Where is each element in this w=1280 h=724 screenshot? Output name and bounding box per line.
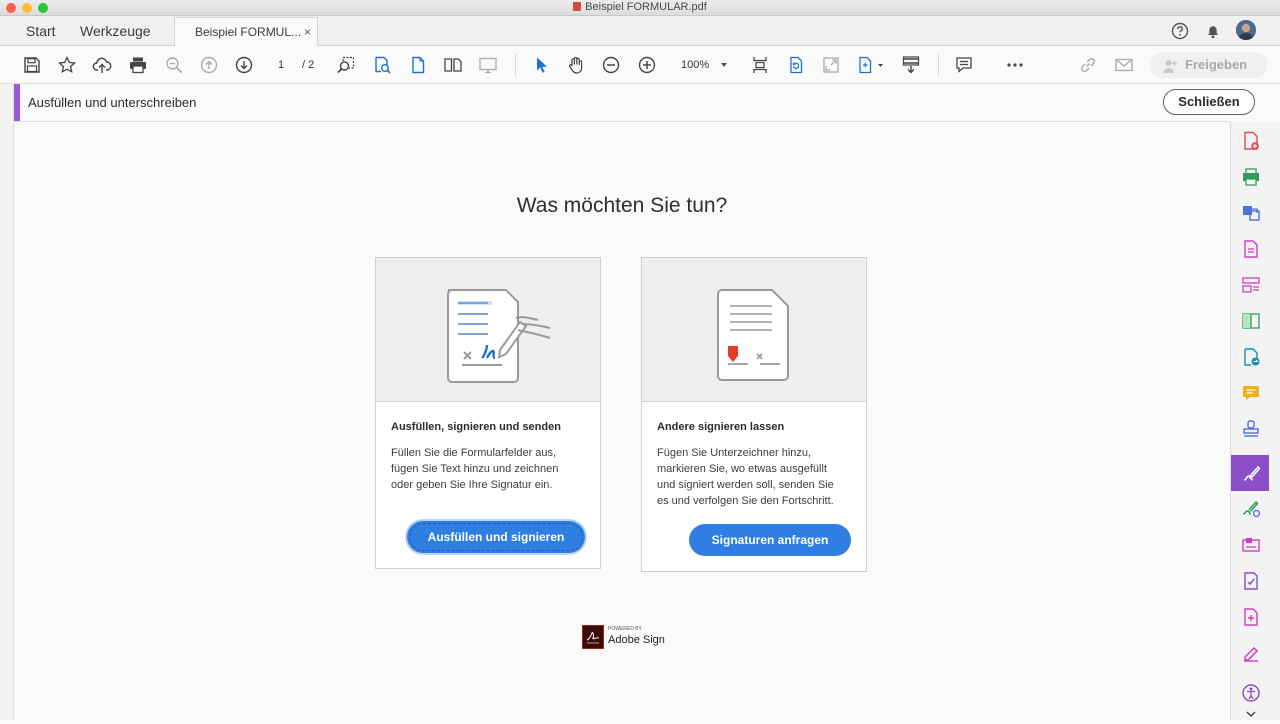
tool-accent-bar bbox=[14, 84, 20, 121]
toolbar-divider bbox=[515, 54, 516, 76]
request-signatures-button[interactable]: Signaturen anfragen bbox=[689, 524, 851, 556]
protect-icon[interactable] bbox=[1241, 607, 1261, 627]
comment-icon[interactable] bbox=[954, 55, 974, 75]
zoom-out-icon[interactable] bbox=[601, 55, 621, 75]
stamp-icon[interactable] bbox=[1241, 419, 1261, 439]
tool-title: Ausfüllen und unterschreiben bbox=[28, 95, 197, 110]
edit-pdf-icon[interactable] bbox=[1241, 239, 1261, 259]
request-signatures-card[interactable]: Andere signieren lassen Fügen Sie Unterz… bbox=[641, 257, 867, 572]
card-description: Füllen Sie die Formularfelder aus, fügen… bbox=[391, 445, 591, 493]
tab-tools[interactable]: Werkzeuge bbox=[80, 16, 151, 46]
link-icon[interactable] bbox=[1078, 55, 1098, 75]
left-navigation-strip bbox=[0, 84, 14, 720]
fill-sign-send-card[interactable]: Ausfüllen, signieren und senden Füllen S… bbox=[375, 257, 601, 569]
close-tool-button[interactable]: Schließen bbox=[1163, 89, 1255, 115]
prepare-form-icon[interactable] bbox=[1241, 535, 1261, 555]
add-person-icon bbox=[1162, 57, 1178, 73]
page-total: / 2 bbox=[302, 59, 315, 71]
window-titlebar: Beispiel FORMULAR.pdf bbox=[0, 0, 1280, 16]
fill-and-sign-button[interactable]: Ausfüllen und signieren bbox=[407, 521, 585, 553]
send-for-signature-icon[interactable] bbox=[1241, 499, 1261, 519]
card-description-line: Fügen Sie Unterzeichner hinzu, bbox=[657, 447, 812, 459]
find-text-icon[interactable] bbox=[372, 55, 392, 75]
hand-tool-icon[interactable] bbox=[566, 55, 586, 75]
fill-sign-icon[interactable] bbox=[1241, 463, 1261, 483]
fit-page-icon[interactable] bbox=[750, 55, 770, 75]
tab-close-icon[interactable]: × bbox=[304, 18, 311, 47]
avatar[interactable] bbox=[1236, 20, 1256, 40]
accessibility-icon[interactable] bbox=[1241, 683, 1261, 703]
card-illustration bbox=[642, 258, 866, 402]
card-description: Fügen Sie Unterzeichner hinzu, markieren… bbox=[657, 445, 857, 509]
help-icon[interactable] bbox=[1171, 22, 1189, 40]
tab-document[interactable]: Beispiel FORMUL... × bbox=[174, 17, 318, 47]
zoom-level-dropdown[interactable]: 100% bbox=[670, 55, 736, 75]
email-icon[interactable] bbox=[1114, 55, 1134, 75]
bell-icon[interactable] bbox=[1204, 22, 1222, 40]
rotate-icon[interactable] bbox=[786, 55, 806, 75]
certificates-icon[interactable] bbox=[1241, 571, 1261, 591]
save-icon[interactable] bbox=[22, 55, 42, 75]
request-signature-illustration-icon bbox=[717, 289, 789, 381]
card-description-line: fügen Sie Text hinzu und zeichnen bbox=[391, 463, 559, 475]
share-button[interactable]: Freigeben bbox=[1150, 52, 1268, 78]
fullscreen-icon[interactable] bbox=[821, 55, 841, 75]
comment-tool-icon[interactable] bbox=[1241, 383, 1261, 403]
print-icon[interactable] bbox=[128, 55, 148, 75]
create-pdf-icon[interactable] bbox=[1241, 131, 1261, 151]
adobe-sign-mark-icon bbox=[582, 625, 604, 649]
card-description-line: oder geben Sie Ihre Signatur ein. bbox=[391, 479, 553, 491]
export-pdf-icon[interactable] bbox=[1241, 167, 1261, 187]
tools-pane bbox=[1230, 122, 1280, 720]
card-description-line: Füllen Sie die Formularfelder aus, bbox=[391, 447, 557, 459]
tab-start[interactable]: Start bbox=[26, 16, 56, 46]
select-cursor-icon[interactable] bbox=[531, 55, 551, 75]
more-icon[interactable] bbox=[1005, 55, 1025, 75]
read-aloud-icon[interactable] bbox=[901, 55, 921, 75]
two-page-icon[interactable] bbox=[443, 55, 463, 75]
window-title: Beispiel FORMULAR.pdf bbox=[0, 1, 1280, 13]
combine-files-icon[interactable] bbox=[1241, 203, 1261, 223]
organize-pages-icon[interactable] bbox=[1241, 275, 1261, 295]
page-number-input[interactable]: 1 bbox=[268, 56, 294, 74]
pdf-file-icon bbox=[573, 2, 582, 11]
powered-by-text: POWERED BY bbox=[608, 626, 642, 632]
tab-bar: Start Werkzeuge Beispiel FORMUL... × bbox=[0, 16, 1280, 47]
adobe-sign-logo: POWERED BY Adobe Sign bbox=[582, 625, 665, 649]
compare-files-icon[interactable] bbox=[1241, 311, 1261, 331]
page-title: Was möchten Sie tun? bbox=[516, 194, 728, 217]
bookmark-star-icon[interactable] bbox=[57, 55, 77, 75]
card-title: Ausfüllen, signieren und senden bbox=[391, 421, 561, 433]
window-title-text: Beispiel FORMULAR.pdf bbox=[585, 1, 707, 13]
card-title: Andere signieren lassen bbox=[657, 421, 785, 433]
zoom-in-icon[interactable] bbox=[637, 55, 657, 75]
chevron-down-icon[interactable] bbox=[1244, 706, 1258, 718]
chevron-down-icon bbox=[721, 63, 727, 67]
marquee-zoom-icon[interactable] bbox=[336, 55, 356, 75]
presentation-icon[interactable] bbox=[478, 55, 498, 75]
tab-document-label: Beispiel FORMUL... bbox=[195, 25, 302, 39]
page-down-icon[interactable] bbox=[234, 55, 254, 75]
card-description-line: und signiert werden soll, senden Sie bbox=[657, 479, 834, 491]
card-description-line: markieren Sie, wo etwas ausgefüllt bbox=[657, 463, 827, 475]
tool-header: Ausfüllen und unterschreiben Schließen bbox=[14, 84, 1255, 122]
toolbar-divider bbox=[938, 54, 939, 76]
adobe-sign-text: Adobe Sign bbox=[608, 634, 665, 646]
cloud-upload-icon[interactable] bbox=[92, 55, 112, 75]
zoom-search-icon[interactable] bbox=[164, 55, 184, 75]
scrolling-mode-icon[interactable] bbox=[857, 55, 885, 75]
share-button-label: Freigeben bbox=[1185, 57, 1248, 72]
card-description-line: es und verfolgen Sie den Fortschritt. bbox=[657, 495, 834, 507]
zoom-level-value: 100% bbox=[681, 59, 710, 71]
card-illustration bbox=[376, 258, 600, 402]
send-for-review-icon[interactable] bbox=[1241, 347, 1261, 367]
fill-sign-illustration-icon bbox=[447, 289, 551, 383]
single-page-icon[interactable] bbox=[408, 55, 428, 75]
page-up-icon[interactable] bbox=[199, 55, 219, 75]
main-toolbar: 1 / 2 100% Freigeben bbox=[0, 46, 1280, 84]
measure-icon[interactable] bbox=[1241, 643, 1261, 663]
